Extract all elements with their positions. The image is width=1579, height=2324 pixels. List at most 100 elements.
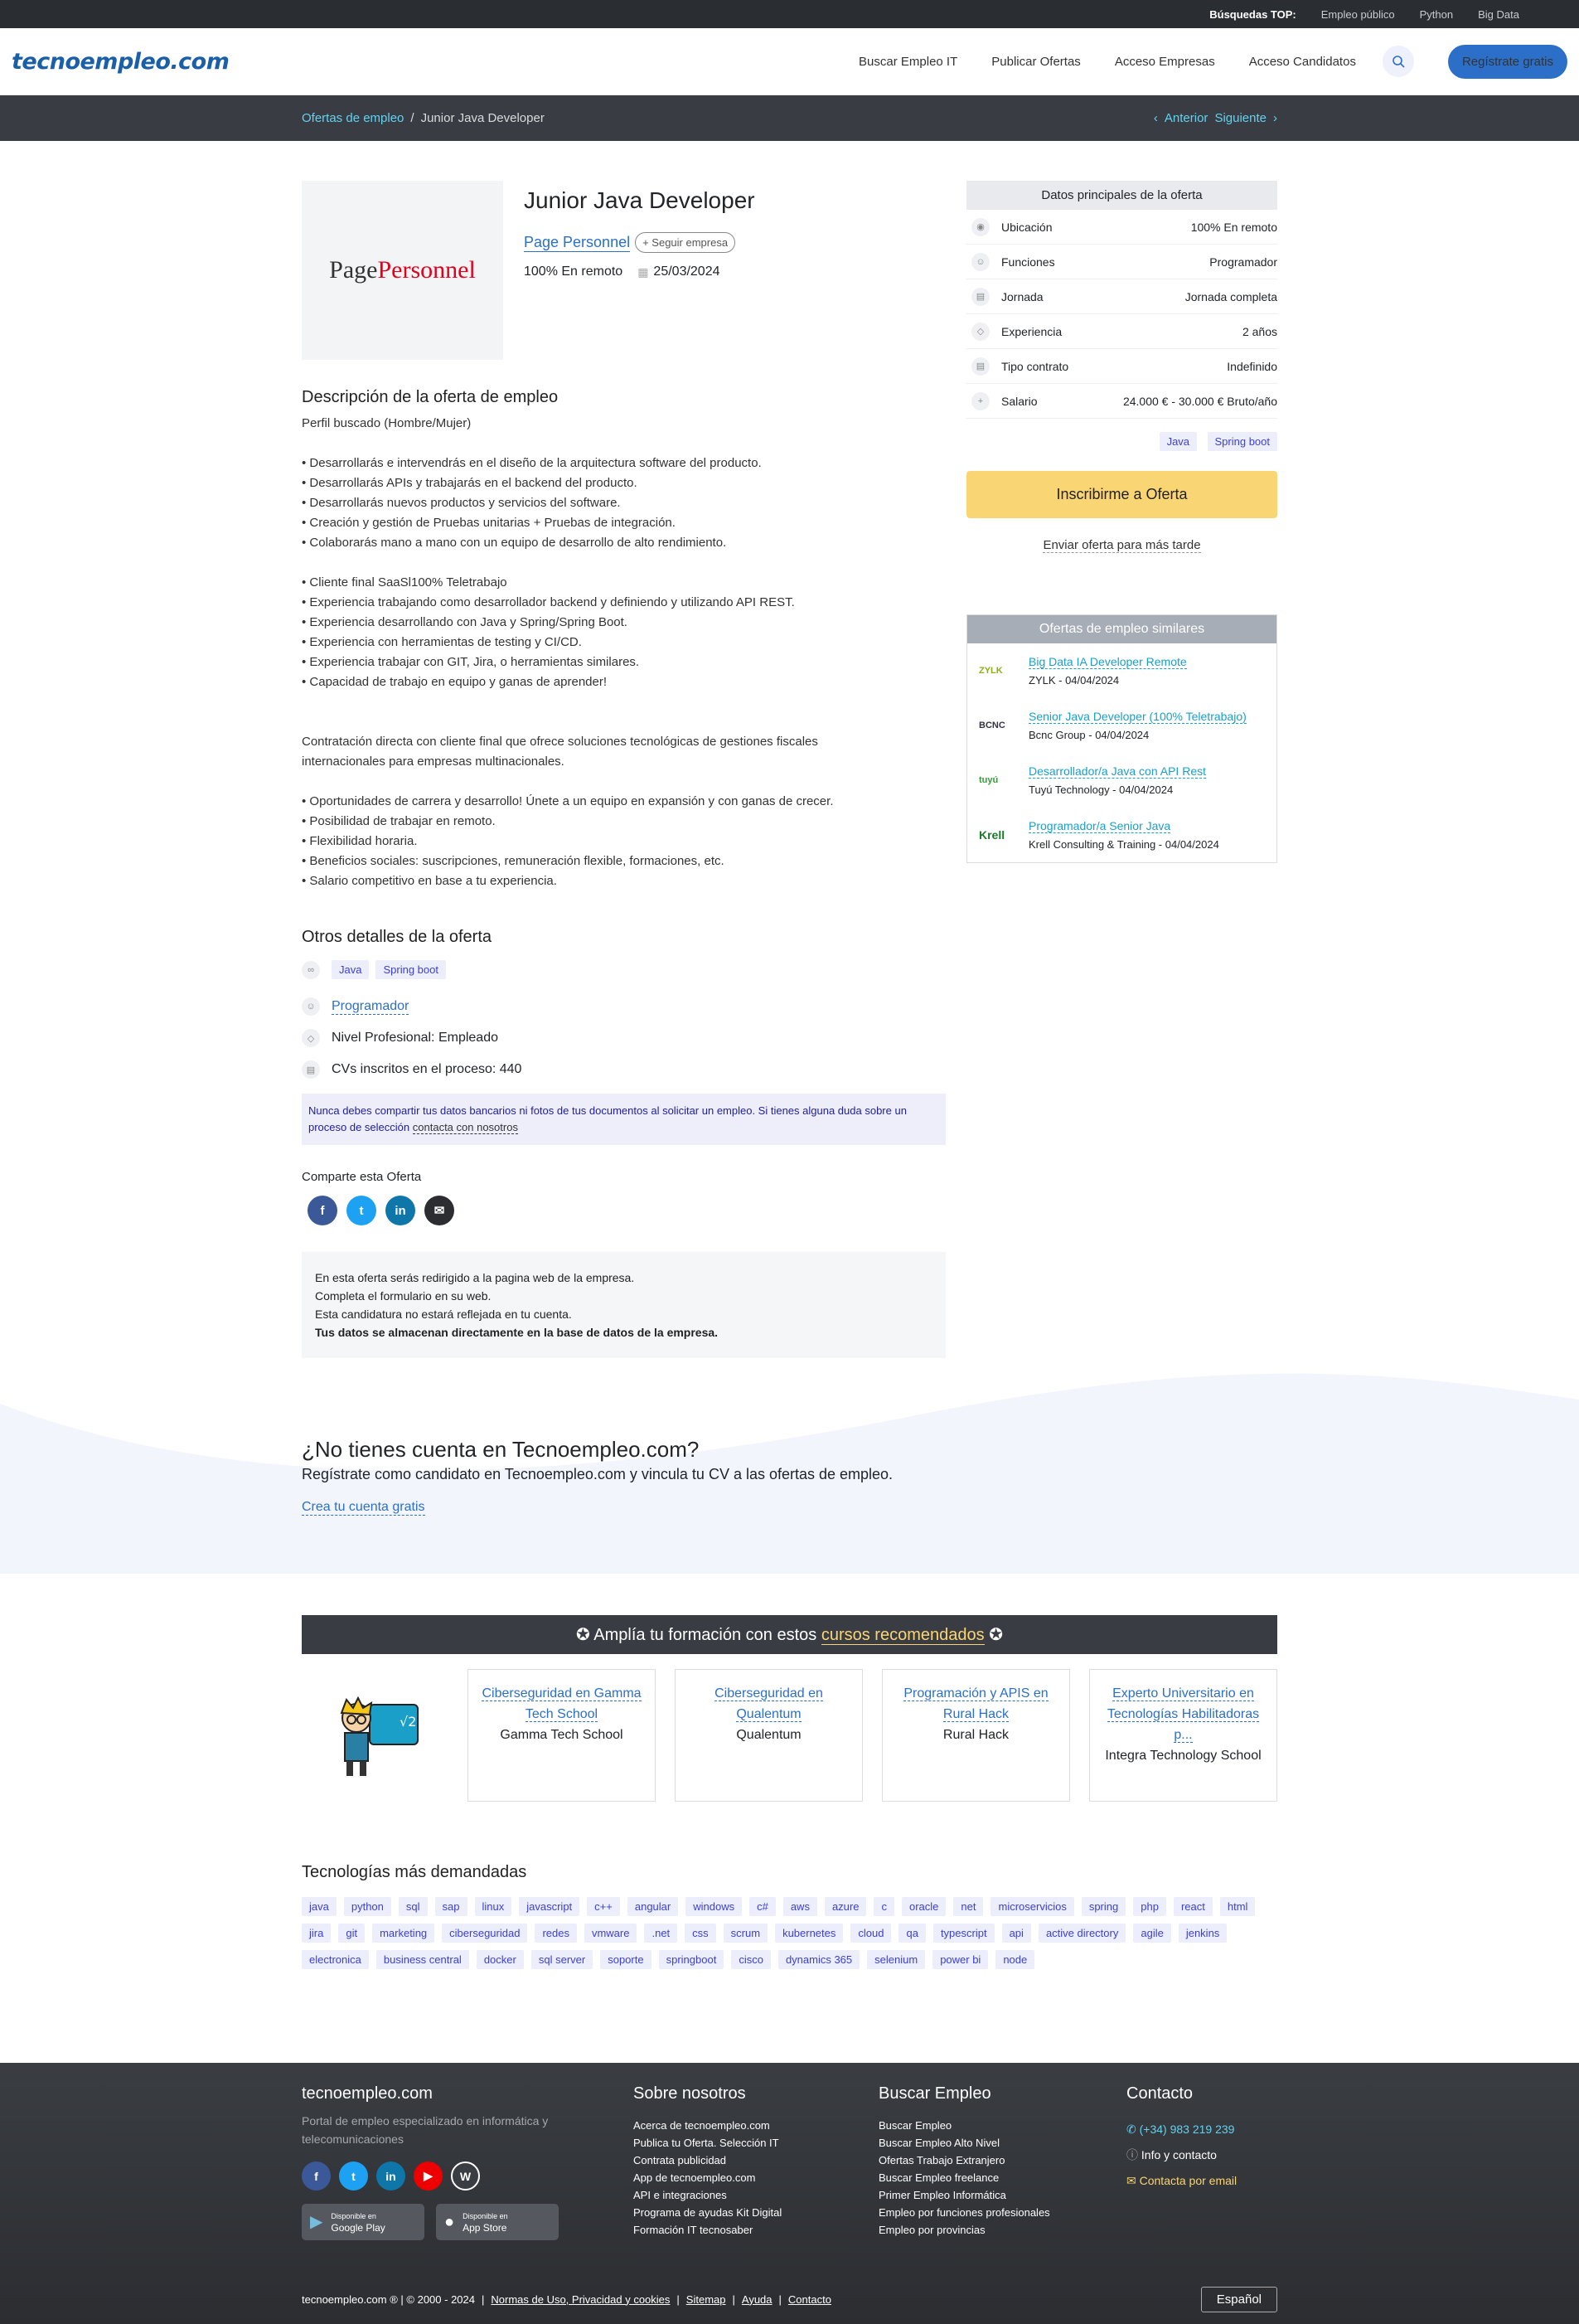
youtube-icon[interactable]: ▶ <box>414 2161 443 2191</box>
tech-tag[interactable]: scrum <box>723 1924 768 1943</box>
tech-tag[interactable]: soporte <box>600 1950 651 1969</box>
footer-link[interactable]: Ofertas Trabajo Extranjero <box>879 2154 1005 2166</box>
company-logo[interactable]: Page Personnel <box>302 181 503 360</box>
footer-legal-link[interactable]: Normas de Uso, Privacidad y cookies <box>491 2293 670 2306</box>
save-for-later[interactable]: Enviar oferta para más tarde <box>966 538 1277 553</box>
footer-link[interactable]: Publica tu Oferta. Selección IT <box>633 2137 779 2149</box>
footer-help-link[interactable]: Ayuda <box>742 2293 773 2306</box>
email-icon[interactable]: ✉ <box>424 1196 454 1225</box>
tech-tag[interactable]: sql <box>398 1897 428 1916</box>
twitter-icon[interactable]: t <box>339 2161 368 2191</box>
tech-tag[interactable]: .net <box>644 1924 678 1943</box>
google-play-badge[interactable]: ▶ Disponible en Google Play <box>302 2204 424 2240</box>
top-link-big-data[interactable]: Big Data <box>1478 8 1519 21</box>
footer-link[interactable]: API e integraciones <box>633 2189 727 2201</box>
twitter-icon[interactable]: t <box>346 1196 376 1225</box>
footer-sitemap-link[interactable]: Sitemap <box>686 2293 726 2306</box>
skill-tag[interactable]: Java <box>332 960 370 979</box>
similar-title[interactable]: Programador/a Senior Java <box>1029 818 1171 833</box>
similar-title[interactable]: Big Data IA Developer Remote <box>1029 654 1187 669</box>
tech-tag[interactable]: c++ <box>587 1897 620 1916</box>
footer-link[interactable]: Buscar Empleo freelance <box>879 2171 999 2184</box>
top-link-empleo-publico[interactable]: Empleo público <box>1321 8 1395 21</box>
tech-tag[interactable]: microservicios <box>991 1897 1074 1916</box>
create-account-link[interactable]: Crea tu cuenta gratis <box>302 1500 425 1516</box>
tech-tag[interactable]: marketing <box>372 1924 435 1943</box>
linkedin-icon[interactable]: in <box>385 1196 415 1225</box>
tech-tag[interactable]: sql server <box>530 1950 593 1969</box>
tech-tag[interactable]: oracle <box>901 1897 947 1916</box>
tech-tag[interactable]: jenkins <box>1178 1924 1228 1943</box>
facebook-icon[interactable]: f <box>302 2161 331 2191</box>
skill-tag[interactable]: Spring boot <box>375 960 446 979</box>
footer-link[interactable]: Empleo por provincias <box>879 2224 986 2236</box>
search-button[interactable] <box>1382 46 1414 77</box>
email-contact[interactable]: ✉ Contacta por email <box>1126 2168 1237 2194</box>
footer-link[interactable]: Programa de ayudas Kit Digital <box>633 2206 782 2219</box>
tech-tag[interactable]: electronica <box>302 1950 369 1969</box>
top-link-python[interactable]: Python <box>1420 8 1453 21</box>
footer-contact-link[interactable]: Contacto <box>788 2293 831 2306</box>
tech-tag[interactable]: azure <box>824 1897 867 1916</box>
tech-tag[interactable]: dynamics 365 <box>777 1950 860 1969</box>
tech-tag[interactable]: active directory <box>1038 1924 1126 1943</box>
nav-acceso-empresas[interactable]: Acceso Empresas <box>1115 55 1215 69</box>
nav-acceso-candidatos[interactable]: Acceso Candidatos <box>1249 55 1356 69</box>
tech-tag[interactable]: vmware <box>584 1924 637 1943</box>
tech-tag[interactable]: node <box>995 1950 1035 1969</box>
tech-tag[interactable]: php <box>1133 1897 1166 1916</box>
course-title[interactable]: Ciberseguridad en Gamma Tech School <box>482 1686 642 1722</box>
footer-link[interactable]: Buscar Empleo <box>879 2119 952 2132</box>
tech-tag[interactable]: typescript <box>932 1924 995 1943</box>
site-logo[interactable]: tecnoempleo.com <box>12 49 230 75</box>
prev-offer-link[interactable]: Anterior <box>1165 111 1208 125</box>
tech-tag[interactable]: c# <box>749 1897 776 1916</box>
skill-tag[interactable]: Java <box>1159 432 1198 451</box>
register-button[interactable]: Regístrate gratis <box>1447 44 1567 79</box>
tech-tag[interactable]: jira <box>302 1924 332 1943</box>
course-title[interactable]: Ciberseguridad en Qualentum <box>714 1686 823 1722</box>
tech-tag[interactable]: business central <box>375 1950 469 1969</box>
similar-title[interactable]: Desarrollador/a Java con API Rest <box>1029 764 1206 779</box>
similar-title[interactable]: Senior Java Developer (100% Teletrabajo) <box>1029 709 1247 724</box>
tech-tag[interactable]: api <box>1001 1924 1031 1943</box>
tech-tag[interactable]: kubernetes <box>775 1924 844 1943</box>
tech-tag[interactable]: sap <box>434 1897 467 1916</box>
apply-button[interactable]: Inscribirme a Oferta <box>966 471 1277 518</box>
course-title[interactable]: Experto Universitario en Tecnologías Hab… <box>1107 1686 1260 1743</box>
footer-link[interactable]: Acerca de tecnoempleo.com <box>633 2119 770 2132</box>
contact-link[interactable]: contacta con nosotros <box>412 1121 518 1134</box>
tech-tag[interactable]: c <box>874 1897 894 1916</box>
tech-tag[interactable]: cisco <box>731 1950 771 1969</box>
nav-buscar-empleo[interactable]: Buscar Empleo IT <box>859 55 957 69</box>
footer-link[interactable]: Contrata publicidad <box>633 2154 726 2166</box>
language-selector[interactable]: Español <box>1200 2286 1277 2312</box>
tech-tag[interactable]: springboot <box>658 1950 724 1969</box>
footer-link[interactable]: App de tecnoempleo.com <box>633 2171 755 2184</box>
course-title[interactable]: Programación y APIS en Rural Hack <box>903 1686 1049 1722</box>
tech-tag[interactable]: redes <box>535 1924 577 1943</box>
follow-company-button[interactable]: + Seguir empresa <box>635 232 736 253</box>
info-contact[interactable]: ⓘ Info y contacto <box>1126 2142 1237 2168</box>
facebook-icon[interactable]: f <box>308 1196 337 1225</box>
tech-tag[interactable]: git <box>338 1924 366 1943</box>
tech-tag[interactable]: selenium <box>867 1950 926 1969</box>
tech-tag[interactable]: power bi <box>932 1950 989 1969</box>
company-link[interactable]: Page Personnel <box>524 234 631 252</box>
role-link[interactable]: Programador <box>332 999 409 1015</box>
tech-tag[interactable]: linux <box>474 1897 512 1916</box>
tech-tag[interactable]: aws <box>782 1897 817 1916</box>
tech-tag[interactable]: java <box>302 1897 337 1916</box>
tech-tag[interactable]: cloud <box>850 1924 892 1943</box>
tech-tag[interactable]: python <box>343 1897 391 1916</box>
tech-tag[interactable]: qa <box>898 1924 926 1943</box>
linkedin-icon[interactable]: in <box>376 2161 405 2191</box>
nav-publicar-ofertas[interactable]: Publicar Ofertas <box>991 55 1081 69</box>
footer-link[interactable]: Formación IT tecnosaber <box>633 2224 753 2236</box>
footer-link[interactable]: Empleo por funciones profesionales <box>879 2206 1050 2219</box>
tech-tag[interactable]: html <box>1219 1897 1256 1916</box>
tech-tag[interactable]: javascript <box>519 1897 580 1916</box>
tech-tag[interactable]: angular <box>627 1897 679 1916</box>
tech-tag[interactable]: ciberseguridad <box>442 1924 528 1943</box>
app-store-badge[interactable]: ● Disponible en App Store <box>436 2204 559 2240</box>
